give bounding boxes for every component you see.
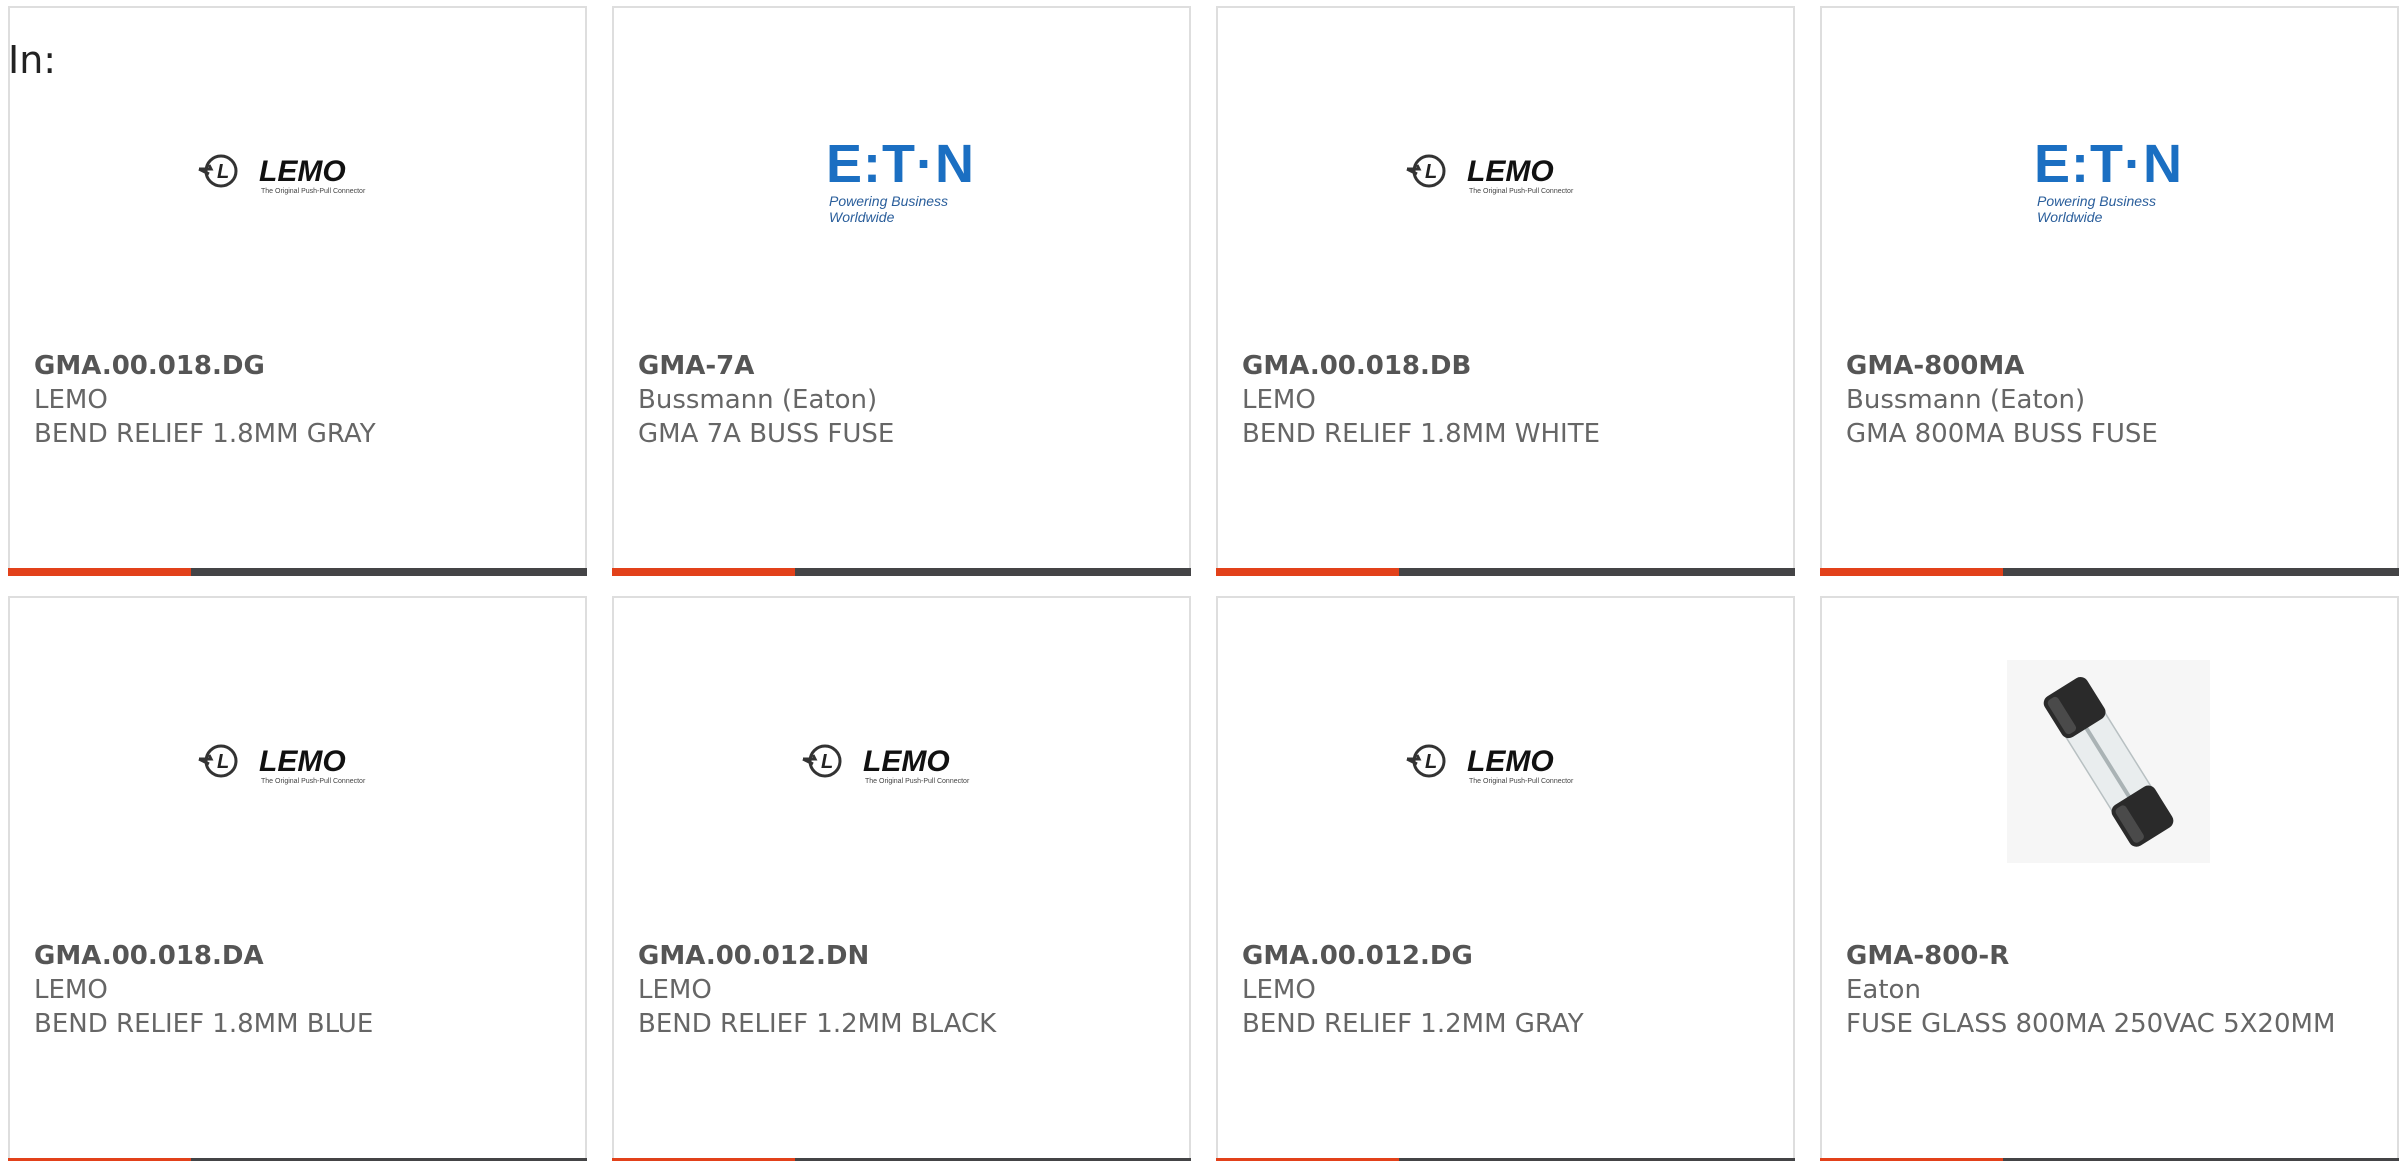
product-description: BEND RELIEF 1.8MM WHITE <box>1242 419 1601 449</box>
card-bottom-bar <box>612 568 1191 576</box>
lemo-tagline: The Original Push-Pull Connector <box>1469 188 1574 195</box>
eaton-word: E:T·N <box>2034 133 2183 194</box>
product-card[interactable]: L LEMO The Original Push-Pull Connector … <box>1216 596 1795 1161</box>
product-card[interactable]: E:T·N Powering Business Worldwide GMA-7A… <box>612 6 1191 576</box>
lemo-word: LEMO <box>863 745 950 778</box>
product-card[interactable]: L LEMO The Original Push-Pull Connector … <box>612 596 1191 1161</box>
glass-fuse-photo-icon <box>2007 660 2210 863</box>
product-info: GMA.00.018.DA LEMO BEND RELIEF 1.8MM BLU… <box>34 939 565 1041</box>
product-image[interactable]: E:T·N Powering Business Worldwide <box>2007 70 2210 273</box>
brand-name: Bussmann (Eaton) <box>1846 385 2086 415</box>
svg-text:L: L <box>217 161 229 183</box>
filter-label: In: <box>8 38 57 82</box>
brand-name: LEMO <box>1242 975 1316 1005</box>
lemo-logo-icon: L LEMO The Original Push-Pull Connector <box>195 737 398 787</box>
product-card[interactable]: GMA-800-R Eaton FUSE GLASS 800MA 250VAC … <box>1820 596 2399 1161</box>
product-description: BEND RELIEF 1.8MM BLUE <box>34 1009 374 1039</box>
lemo-word: LEMO <box>259 155 346 188</box>
brand-name: Bussmann (Eaton) <box>638 385 878 415</box>
lemo-tagline: The Original Push-Pull Connector <box>865 778 970 785</box>
card-bottom-bar <box>1216 568 1795 576</box>
product-card[interactable]: L LEMO The Original Push-Pull Connector … <box>8 6 587 576</box>
product-card[interactable]: L LEMO The Original Push-Pull Connector … <box>8 596 587 1161</box>
product-description: FUSE GLASS 800MA 250VAC 5X20MM <box>1846 1009 2336 1039</box>
product-info: GMA.00.018.DG LEMO BEND RELIEF 1.8MM GRA… <box>34 349 565 451</box>
lemo-logo-icon: L LEMO The Original Push-Pull Connector <box>799 737 1002 787</box>
product-description: BEND RELIEF 1.2MM BLACK <box>638 1009 997 1039</box>
lemo-word: LEMO <box>259 745 346 778</box>
brand-name: LEMO <box>1242 385 1316 415</box>
eaton-tagline: Powering Business Worldwide <box>829 192 949 225</box>
lemo-tagline: The Original Push-Pull Connector <box>1469 778 1574 785</box>
product-info: GMA-800MA Bussmann (Eaton) GMA 800MA BUS… <box>1846 349 2377 451</box>
product-info: GMA.00.018.DB LEMO BEND RELIEF 1.8MM WHI… <box>1242 349 1773 451</box>
lemo-logo-icon: L LEMO The Original Push-Pull Connector <box>1403 737 1606 787</box>
lemo-word: LEMO <box>1467 155 1554 188</box>
product-info: GMA.00.012.DG LEMO BEND RELIEF 1.2MM GRA… <box>1242 939 1773 1041</box>
eaton-tagline: Powering Business Worldwide <box>2037 192 2157 225</box>
product-grid: L LEMO The Original Push-Pull Connector … <box>8 6 2399 1161</box>
eaton-word: E:T·N <box>826 133 975 194</box>
product-description: GMA 800MA BUSS FUSE <box>1846 419 2158 449</box>
eaton-logo-icon: E:T·N Powering Business Worldwide <box>2007 133 2210 225</box>
lemo-word: LEMO <box>1467 745 1554 778</box>
product-image[interactable]: L LEMO The Original Push-Pull Connector <box>1403 70 1606 273</box>
product-image[interactable]: L LEMO The Original Push-Pull Connector <box>799 660 1002 863</box>
part-number-link[interactable]: GMA.00.018.DB <box>1242 349 1773 383</box>
lemo-logo-icon: L LEMO The Original Push-Pull Connector <box>1403 147 1606 197</box>
svg-text:L: L <box>217 751 229 773</box>
product-description: BEND RELIEF 1.2MM GRAY <box>1242 1009 1584 1039</box>
lemo-logo-icon: L LEMO The Original Push-Pull Connector <box>195 147 398 197</box>
product-description: GMA 7A BUSS FUSE <box>638 419 895 449</box>
product-image[interactable]: L LEMO The Original Push-Pull Connector <box>1403 660 1606 863</box>
eaton-logo-icon: E:T·N Powering Business Worldwide <box>799 133 1002 225</box>
product-info: GMA.00.012.DN LEMO BEND RELIEF 1.2MM BLA… <box>638 939 1169 1041</box>
svg-text:L: L <box>1425 751 1437 773</box>
product-card[interactable]: E:T·N Powering Business Worldwide GMA-80… <box>1820 6 2399 576</box>
part-number-link[interactable]: GMA-800-R <box>1846 939 2377 973</box>
brand-name: Eaton <box>1846 975 1921 1005</box>
svg-text:L: L <box>1425 161 1437 183</box>
lemo-tagline: The Original Push-Pull Connector <box>261 188 366 195</box>
part-number-link[interactable]: GMA.00.018.DA <box>34 939 565 973</box>
product-info: GMA-7A Bussmann (Eaton) GMA 7A BUSS FUSE <box>638 349 1169 451</box>
product-image[interactable]: L LEMO The Original Push-Pull Connector <box>195 70 398 273</box>
product-card[interactable]: L LEMO The Original Push-Pull Connector … <box>1216 6 1795 576</box>
part-number-link[interactable]: GMA.00.012.DN <box>638 939 1169 973</box>
part-number-link[interactable]: GMA.00.018.DG <box>34 349 565 383</box>
lemo-tagline: The Original Push-Pull Connector <box>261 778 366 785</box>
brand-name: LEMO <box>34 385 108 415</box>
product-image[interactable]: L LEMO The Original Push-Pull Connector <box>195 660 398 863</box>
part-number-link[interactable]: GMA-7A <box>638 349 1169 383</box>
part-number-link[interactable]: GMA-800MA <box>1846 349 2377 383</box>
product-info: GMA-800-R Eaton FUSE GLASS 800MA 250VAC … <box>1846 939 2377 1041</box>
card-bottom-bar <box>8 568 587 576</box>
product-image[interactable] <box>2007 660 2210 863</box>
product-description: BEND RELIEF 1.8MM GRAY <box>34 419 376 449</box>
part-number-link[interactable]: GMA.00.012.DG <box>1242 939 1773 973</box>
brand-name: LEMO <box>638 975 712 1005</box>
card-bottom-bar <box>1820 568 2399 576</box>
svg-text:L: L <box>821 751 833 773</box>
product-results-page: In: L LEMO The Original Push-Pull Connec… <box>0 0 2400 1161</box>
product-image[interactable]: E:T·N Powering Business Worldwide <box>799 70 1002 273</box>
brand-name: LEMO <box>34 975 108 1005</box>
